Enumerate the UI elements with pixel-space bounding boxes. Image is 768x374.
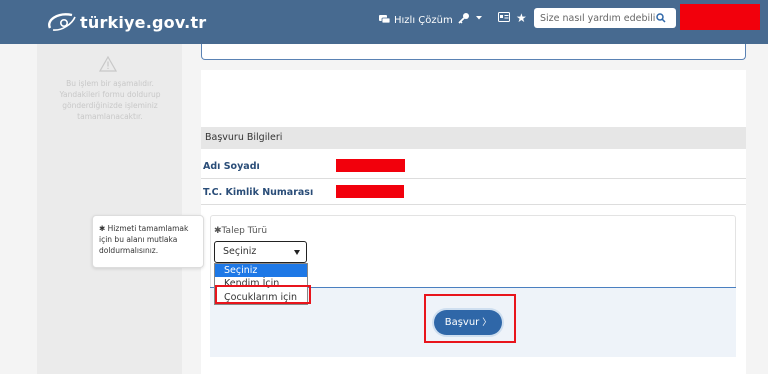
chevron-right-icon: 〉: [482, 318, 492, 328]
search-box: [534, 8, 676, 28]
dropdown-arrow-icon: [294, 250, 300, 255]
field-row-tckn: T.C. Kimlik Numarası: [201, 179, 746, 205]
chevron-down-icon: [476, 16, 482, 20]
dropdown-option-default[interactable]: Seçiniz: [215, 264, 307, 277]
login-menu-button[interactable]: [458, 12, 483, 24]
redacted-name-value: [336, 159, 405, 172]
field-label-name: Adı Soyadı: [203, 161, 260, 172]
highlight-box-option: [215, 285, 311, 304]
submit-button[interactable]: Başvur 〉: [434, 310, 502, 335]
warning-icon: [99, 56, 117, 72]
field-row-name: Adı Soyadı: [201, 153, 746, 179]
chat-icon: [379, 15, 390, 24]
left-info-panel: Bu işlem bir aşamalıdır. Yandakileri for…: [37, 44, 182, 374]
required-field-tooltip: ✱ Hizmeti tamamlamak için bu alanı mutla…: [92, 215, 204, 268]
section-title: Başvuru Bilgileri: [201, 127, 746, 149]
logo-mark-icon: [48, 13, 76, 31]
request-type-label: ✱Talep Türü: [214, 226, 268, 236]
quick-solution-button[interactable]: Hızlı Çözüm: [379, 12, 453, 28]
key-icon: [458, 13, 469, 24]
site-logo[interactable]: türkiye.gov.tr: [44, 8, 206, 36]
logo-text: türkiye.gov.tr: [80, 12, 207, 32]
redacted-user-area: [680, 4, 760, 30]
left-panel-message: Bu işlem bir aşamalıdır. Yandakileri for…: [59, 79, 161, 121]
id-card-icon[interactable]: [498, 12, 510, 22]
site-header: türkiye.gov.tr Hızlı Çözüm ★: [0, 0, 768, 44]
search-input[interactable]: [534, 12, 656, 24]
field-label-tckn: T.C. Kimlik Numarası: [203, 187, 314, 198]
request-type-select-value: Seçiniz: [223, 246, 257, 257]
star-icon[interactable]: ★: [516, 11, 527, 25]
quick-solution-label: Hızlı Çözüm: [394, 14, 453, 26]
request-type-select[interactable]: Seçiniz: [214, 241, 307, 263]
redacted-tckn-value: [336, 185, 404, 198]
submit-button-label: Başvur: [444, 317, 480, 328]
search-icon[interactable]: [656, 13, 666, 23]
